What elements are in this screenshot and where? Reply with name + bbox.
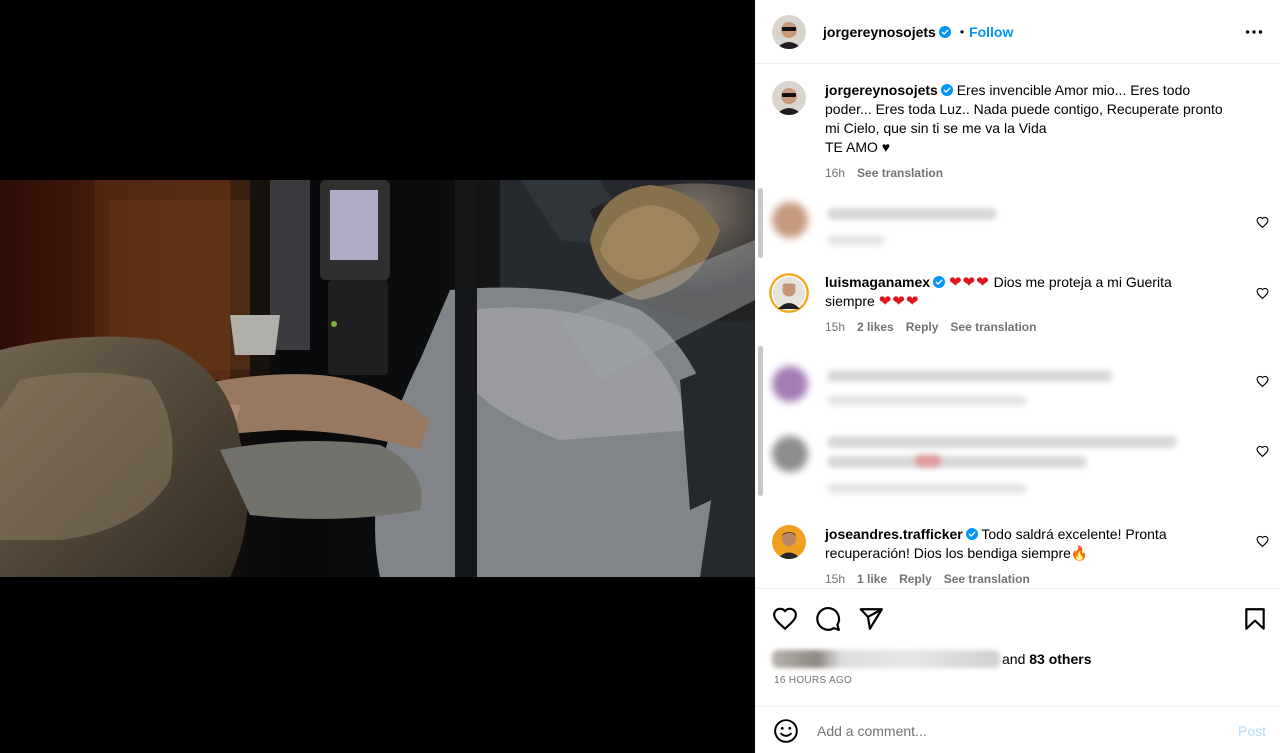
comment-meta: 15h 1 like Reply See translation bbox=[825, 570, 1245, 587]
comment-like-icon[interactable] bbox=[1256, 535, 1269, 548]
caption-line-2: poder... Eres toda Luz.. Nada puede cont… bbox=[825, 101, 1223, 117]
blurred-liker-names bbox=[772, 650, 1000, 668]
red-heart-icon: ❤ bbox=[948, 274, 962, 291]
author-username[interactable]: jorgereynosojets bbox=[823, 24, 936, 40]
caption-author-username[interactable]: jorgereynosojets bbox=[825, 82, 938, 98]
blurred-avatar bbox=[772, 436, 808, 472]
blurred-avatar bbox=[772, 202, 808, 238]
more-options-icon[interactable] bbox=[1244, 22, 1264, 42]
red-heart-icon: ❤ bbox=[976, 274, 989, 291]
commenter-avatar[interactable] bbox=[769, 273, 809, 313]
caption-meta: 16h See translation bbox=[825, 164, 1245, 183]
separator-dot: • bbox=[959, 24, 965, 39]
follow-button[interactable]: Follow bbox=[969, 24, 1013, 40]
post-action-bar bbox=[755, 588, 1280, 649]
likes-summary[interactable]: and 83 others bbox=[772, 648, 1092, 670]
post-header: jorgereynosojets • Follow bbox=[755, 0, 1280, 64]
comment-item: joseandres.trafficker Todo saldrá excele… bbox=[755, 525, 1280, 587]
comment-meta: 15h 2 likes Reply See translation bbox=[825, 318, 1245, 337]
verified-badge-icon bbox=[933, 276, 946, 288]
comment-like-icon[interactable] bbox=[1256, 445, 1269, 458]
comment-text-line-1: Todo saldrá excelente! Pronta bbox=[981, 526, 1167, 542]
likes-connector: and bbox=[1002, 651, 1026, 667]
caption-time[interactable]: 16h bbox=[825, 164, 845, 183]
author-avatar[interactable] bbox=[772, 14, 806, 49]
blurred-text bbox=[827, 370, 1112, 382]
comment-bubble-icon[interactable] bbox=[815, 606, 841, 632]
red-heart-icon: ❤ bbox=[878, 293, 892, 310]
bookmark-icon[interactable] bbox=[1242, 606, 1268, 632]
red-heart-icon: ❤ bbox=[962, 274, 976, 291]
blurred-meta bbox=[827, 484, 1027, 493]
comment-time[interactable]: 15h bbox=[825, 570, 845, 587]
blurred-text bbox=[827, 456, 1087, 468]
comment-thread-bar bbox=[758, 188, 763, 258]
comment-text-line-2: recuperación! Dios los bendiga siempre🔥 bbox=[825, 545, 1089, 561]
comment-item: luismaganamex ❤❤❤ Dios me proteja a mi G… bbox=[755, 273, 1280, 337]
red-heart-icon: ❤ bbox=[905, 293, 919, 310]
comment-text-line-1: Dios me proteja a mi Guerita bbox=[993, 274, 1172, 290]
commenter-username[interactable]: joseandres.trafficker bbox=[825, 526, 963, 542]
blurred-meta bbox=[827, 236, 885, 245]
comment-like-icon[interactable] bbox=[1256, 287, 1269, 300]
blurred-meta bbox=[827, 396, 1027, 405]
smiley-icon[interactable] bbox=[773, 718, 799, 744]
post-photo[interactable] bbox=[0, 180, 755, 577]
see-translation-button[interactable]: See translation bbox=[944, 570, 1030, 587]
heart-icon[interactable] bbox=[772, 606, 798, 632]
comment-text-line-2: siempre bbox=[825, 293, 875, 309]
verified-badge-icon bbox=[938, 25, 951, 38]
post-media bbox=[0, 0, 755, 753]
verified-badge-icon bbox=[940, 84, 953, 96]
caption-line-4: TE AMO ♥ bbox=[825, 139, 891, 155]
comment-time[interactable]: 15h bbox=[825, 318, 845, 337]
blurred-emoji bbox=[915, 455, 941, 467]
commenter-avatar[interactable] bbox=[772, 525, 806, 559]
red-heart-icon: ❤ bbox=[892, 293, 905, 310]
caption-line-3: mi Cielo, que sin ti se me va la Vida bbox=[825, 120, 1047, 136]
commenter-username[interactable]: luismaganamex bbox=[825, 274, 930, 290]
paper-plane-icon[interactable] bbox=[858, 606, 884, 632]
instagram-post-modal: jorgereynosojets • Follow jorgereynosoje… bbox=[0, 0, 1280, 753]
caption-author-avatar[interactable] bbox=[772, 81, 806, 115]
post-caption: jorgereynosojets Eres invencible Amor mi… bbox=[755, 81, 1280, 183]
comment-thread-bar bbox=[758, 346, 763, 496]
caption-see-translation[interactable]: See translation bbox=[857, 164, 943, 183]
add-comment-bar: Post bbox=[755, 706, 1280, 753]
comment-input[interactable] bbox=[815, 721, 1219, 740]
comment-likes[interactable]: 1 like bbox=[857, 570, 887, 587]
blurred-text bbox=[827, 208, 997, 220]
likes-others[interactable]: 83 others bbox=[1029, 651, 1091, 667]
reply-button[interactable]: Reply bbox=[899, 570, 932, 587]
caption-line-1: Eres invencible Amor mio... Eres todo bbox=[956, 82, 1191, 98]
comment-like-icon[interactable] bbox=[1256, 216, 1269, 229]
post-time-ago[interactable]: 16 HOURS AGO bbox=[774, 675, 852, 686]
see-translation-button[interactable]: See translation bbox=[950, 318, 1036, 337]
reply-button[interactable]: Reply bbox=[906, 318, 939, 337]
blurred-text bbox=[827, 436, 1177, 448]
comments-list[interactable]: jorgereynosojets Eres invencible Amor mi… bbox=[755, 64, 1280, 587]
blurred-avatar bbox=[772, 366, 808, 402]
post-side-panel: jorgereynosojets • Follow jorgereynosoje… bbox=[755, 0, 1280, 753]
comment-like-icon[interactable] bbox=[1256, 375, 1269, 388]
post-comment-button[interactable]: Post bbox=[1238, 723, 1266, 739]
verified-badge-icon bbox=[965, 528, 978, 540]
comment-likes[interactable]: 2 likes bbox=[857, 318, 894, 337]
